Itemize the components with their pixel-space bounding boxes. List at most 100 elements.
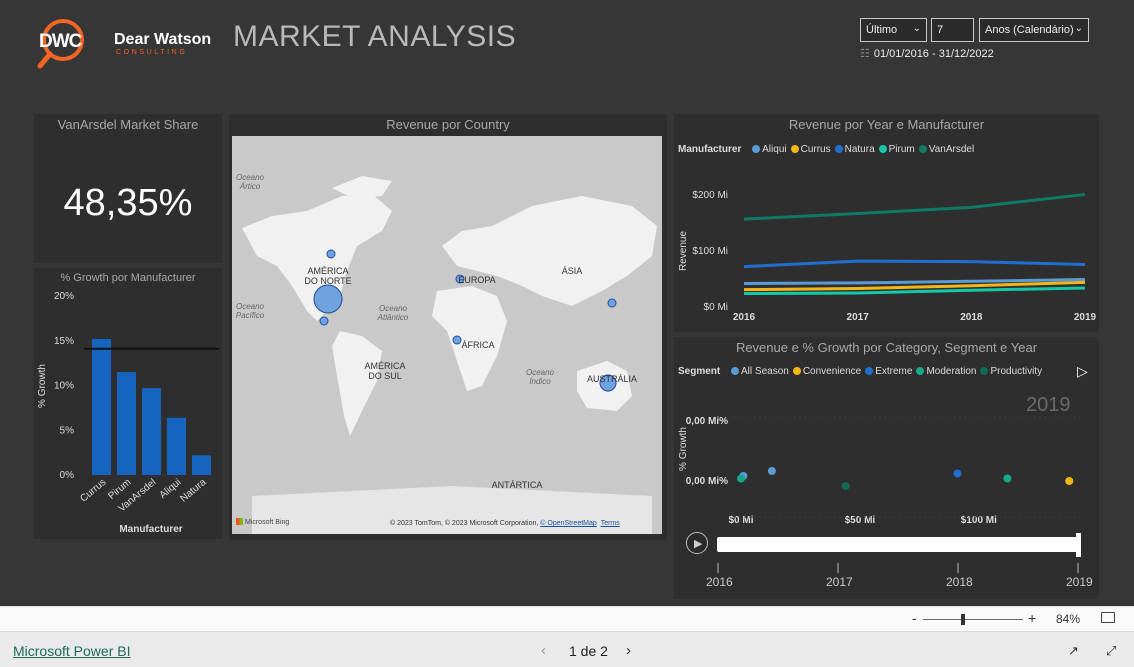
terms-link[interactable]: Terms (601, 520, 620, 527)
scatter-point-extreme[interactable] (953, 469, 962, 478)
bing-brand: Microsoft Bing (236, 518, 289, 526)
growth-scatter-chart[interactable]: Revenue e % Growth por Category, Segment… (674, 337, 1099, 599)
world-map (242, 176, 657, 534)
bar-pirum[interactable] (117, 372, 136, 475)
power-bi-link[interactable]: Microsoft Power BI (13, 643, 130, 659)
date-range-text: 01/01/2016 - 31/12/2022 (873, 48, 994, 60)
zoom-in-button[interactable]: + (1028, 610, 1036, 626)
share-icon[interactable]: ↗ (1068, 643, 1079, 659)
period-type-dropdown[interactable]: Último ⌄ (860, 18, 927, 42)
continent-north-america-label: AMÉRICA DO NORTE (304, 266, 352, 286)
zoom-slider-track[interactable] (923, 619, 1023, 620)
period-unit-dropdown[interactable]: Anos (Calendário) ⌄ (979, 18, 1089, 42)
x-axis-title: Manufacturer (119, 524, 182, 535)
logo-name: Dear Watson (114, 31, 211, 48)
bar-aliqui[interactable] (167, 417, 186, 475)
y-tick-label: 0,00 Mi% (686, 416, 728, 427)
y-tick-label: 0,00 Mi% (686, 476, 728, 487)
ocean-pacific-label: Oceano Pacífico (235, 302, 265, 320)
continent-africa-label: ÁFRICA (461, 340, 495, 350)
chevron-down-icon: ⌄ (1074, 23, 1083, 34)
x-tick-label: 2016 (733, 312, 756, 323)
play-year-2018[interactable]: 2018 (946, 575, 973, 589)
continent-south-america-label: AMÉRICA DO SUL (364, 361, 406, 381)
y-axis-title: % Growth (678, 427, 689, 471)
y-tick-label: 20% (54, 291, 74, 302)
scatter-point-moderation[interactable] (1003, 474, 1012, 483)
play-year-2016[interactable]: 2016 (706, 575, 733, 589)
x-tick-label: 2018 (960, 312, 983, 323)
y-tick-label: $100 Mi (692, 246, 728, 257)
growth-bar-svg: 20%15%10%5%0%% GrowthCurrusPirumVanArsde… (37, 291, 219, 535)
ocean-atlantic-label: Oceano Atlântico (377, 304, 409, 322)
play-axis-ticks (717, 563, 1079, 573)
fit-to-page-icon[interactable] (1101, 612, 1115, 623)
revenue-line-chart[interactable]: Revenue por Year e Manufacturer Manufact… (674, 114, 1099, 332)
fullscreen-icon[interactable]: ⤢ (1106, 643, 1116, 659)
scatter-point-convenience[interactable] (1065, 477, 1074, 485)
bottom-bar (0, 631, 1134, 667)
continent-asia-label: ÁSIA (561, 266, 583, 276)
y-tick-label: $0 Mi (704, 302, 728, 313)
x-tick-label: Currus (78, 477, 108, 505)
period-count-input[interactable]: 7 (931, 18, 974, 42)
y-tick-label: 0% (60, 470, 75, 481)
scatter-point-moderation[interactable] (737, 474, 745, 483)
x-tick-label: 2019 (1074, 312, 1097, 323)
play-button[interactable]: ▶ (686, 532, 708, 554)
ocean-arctic-label: Oceano Ártico (235, 173, 265, 191)
next-page-icon[interactable]: › (626, 642, 631, 659)
y-axis-title: Revenue (678, 231, 689, 271)
page-title: MARKET ANALYSIS (233, 20, 517, 53)
period-unit-value: Anos (Calendário) (985, 24, 1074, 36)
bar-natura[interactable] (192, 455, 211, 475)
prev-page-icon[interactable]: ‹ (541, 642, 546, 659)
y-axis-title: % Growth (37, 364, 48, 408)
continent-antarctica-label: ANTÁRTICA (491, 480, 543, 490)
play-axis-handle[interactable] (1076, 533, 1081, 557)
scatter-point-productivity[interactable] (841, 482, 850, 490)
calendar-icon: ☷ (860, 48, 870, 60)
attribution-text: © 2023 TomTom, © 2023 Microsoft Corporat… (390, 520, 539, 527)
map-title: Revenue por Country (386, 117, 510, 132)
dwc-logo: DWC Dear Watson CONSULTING (36, 16, 216, 70)
bing-brand-text: Microsoft Bing (244, 519, 290, 526)
continent-europe-label: EUROPA (458, 275, 496, 285)
microsoft-logo-icon (236, 518, 243, 525)
y-tick-label: $200 Mi (692, 190, 728, 201)
kpi-card[interactable]: VanArsdel Market Share 48,35% (34, 114, 222, 263)
map-canvas[interactable]: Oceano Ártico Oceano Pacífico Oceano Atl… (232, 136, 662, 534)
zoom-out-button[interactable]: - (912, 610, 917, 626)
period-type-value: Último (866, 24, 898, 36)
period-count-value: 7 (937, 24, 944, 36)
osm-link[interactable]: © OpenStreetMap (540, 520, 597, 527)
x-tick-label: Natura (178, 477, 208, 505)
play-icon: ▶ (694, 538, 703, 550)
ocean-indian-label: Oceano Índico (525, 368, 555, 386)
kpi-value: 48,35% (63, 182, 193, 224)
zoom-level: 84% (1056, 612, 1081, 626)
kpi-title: VanArsdel Market Share (57, 117, 199, 132)
bar-currus[interactable] (92, 338, 111, 475)
zoom-slider-thumb[interactable] (961, 614, 965, 625)
date-range: ☷ 01/01/2016 - 31/12/2022 (860, 47, 994, 60)
bar-vanarsdel[interactable] (142, 388, 161, 475)
y-tick-label: 15% (54, 336, 74, 347)
x-tick-label: 2017 (847, 312, 870, 323)
line-series-vanarsdel[interactable] (743, 192, 1086, 221)
scatter-point-all-season[interactable] (767, 467, 776, 475)
line-series-natura[interactable] (743, 259, 1086, 269)
logo-initials: DWC (39, 31, 83, 52)
x-tick-label: $100 Mi (961, 515, 997, 526)
continent-australia-label: AUSTRÁLIA (587, 374, 638, 384)
page-indicator: 1 de 2 (569, 643, 608, 659)
y-tick-label: 10% (54, 381, 74, 392)
revenue-map[interactable]: Revenue por Country Oceano Ártico Oceano… (229, 114, 667, 540)
growth-bar-chart[interactable]: % Growth por Manufacturer 20% 15% 10% 5% 0%%… (34, 268, 222, 539)
play-year-2019[interactable]: 2019 (1066, 575, 1093, 589)
map-attribution: © 2023 TomTom, © 2023 Microsoft Corporat… (390, 520, 620, 527)
chevron-down-icon: ⌄ (912, 23, 921, 34)
play-year-2017[interactable]: 2017 (826, 575, 853, 589)
play-axis-track[interactable] (717, 537, 1079, 552)
y-tick-label: 5% (60, 425, 75, 436)
